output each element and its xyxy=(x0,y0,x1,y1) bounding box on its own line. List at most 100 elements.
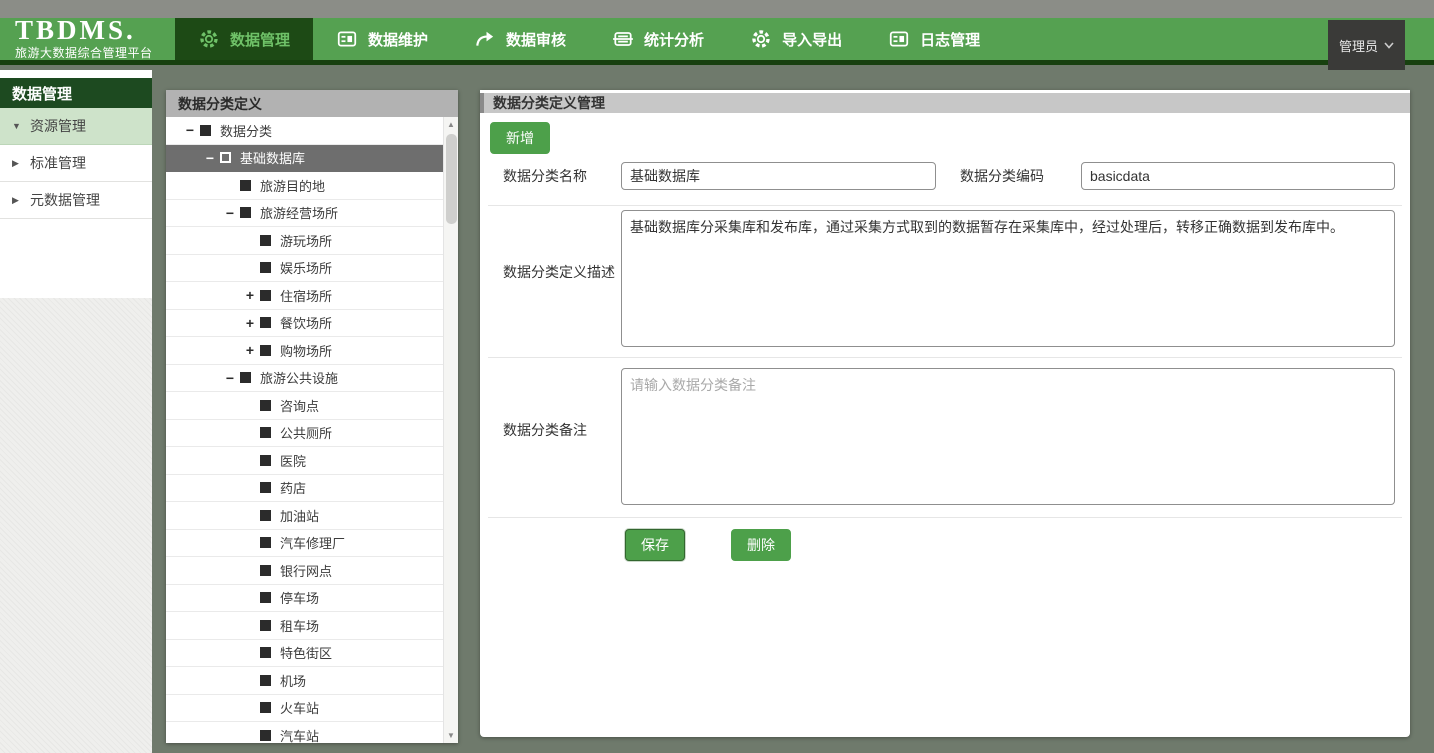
node-square-icon xyxy=(200,125,211,136)
sidebar: 数据管理 ▼资源管理▶标准管理▶元数据管理 xyxy=(0,70,152,753)
tree-node-label: 购物场所 xyxy=(280,341,332,360)
tree-node-基础数据库[interactable]: − 基础数据库 xyxy=(166,145,443,173)
scrollbar-thumb[interactable] xyxy=(446,134,457,224)
nav-item-数据管理[interactable]: 数据管理 xyxy=(175,18,313,60)
node-square-icon xyxy=(220,152,231,163)
app-logo: TBDMS. 旅游大数据综合管理平台 xyxy=(0,18,175,60)
tree-node-住宿场所[interactable]: +住宿场所 xyxy=(166,282,443,310)
sidebar-item-label: 元数据管理 xyxy=(30,190,100,210)
remark-textarea[interactable] xyxy=(621,368,1395,505)
tree-node-label: 咨询点 xyxy=(280,396,319,415)
sidebar-item-label: 资源管理 xyxy=(30,116,86,136)
tree-node-公共厕所[interactable]: 公共厕所 xyxy=(166,420,443,448)
node-square-icon xyxy=(260,647,271,658)
tree-node-label: 公共厕所 xyxy=(280,423,332,442)
description-textarea[interactable]: 基础数据库分采集库和发布库，通过采集方式取到的数据暂存在采集库中，经过处理后，转… xyxy=(621,210,1395,347)
chevron-down-icon xyxy=(1384,42,1394,49)
expand-icon[interactable]: + xyxy=(240,287,260,303)
logo-subtitle: 旅游大数据综合管理平台 xyxy=(15,44,175,61)
scroll-up-icon[interactable]: ▲ xyxy=(444,117,458,132)
tree-node-特色街区[interactable]: 特色街区 xyxy=(166,640,443,668)
tree-node-游玩场所[interactable]: 游玩场所 xyxy=(166,227,443,255)
code-input[interactable] xyxy=(1081,162,1395,190)
divider xyxy=(488,357,1402,358)
tree-node-餐饮场所[interactable]: + 餐饮场所 xyxy=(166,310,443,338)
nav-item-日志管理[interactable]: 日志管理 xyxy=(865,18,1003,60)
collapse-icon[interactable]: − xyxy=(200,150,220,166)
nav-item-label: 数据维护 xyxy=(368,29,428,50)
node-square-icon xyxy=(260,730,271,741)
code-label: 数据分类编码 xyxy=(960,168,1044,184)
tree-node-label: 汽车修理厂 xyxy=(280,533,345,552)
collapse-icon[interactable]: − xyxy=(220,205,240,221)
nav-item-导入导出[interactable]: 导入导出 xyxy=(727,18,865,60)
category-detail-panel: 数据分类定义管理 新增 数据分类名称 数据分类编码 数据分类定义描述 基础数据库… xyxy=(480,90,1410,737)
tree-node-药店[interactable]: 药店 xyxy=(166,475,443,503)
tree-node-租车场[interactable]: 租车场 xyxy=(166,612,443,640)
name-label: 数据分类名称 xyxy=(503,168,587,184)
tree-node-旅游目的地[interactable]: 旅游目的地 xyxy=(166,172,443,200)
node-square-icon xyxy=(260,290,271,301)
tree-node-label: 特色街区 xyxy=(280,643,332,662)
tree-node-汽车修理厂[interactable]: 汽车修理厂 xyxy=(166,530,443,558)
collapse-icon[interactable]: − xyxy=(220,370,240,386)
tree-node-娱乐场所[interactable]: 娱乐场所 xyxy=(166,255,443,283)
collapse-icon[interactable]: − xyxy=(180,122,200,138)
user-name: 管理员 xyxy=(1339,36,1378,55)
nav-item-label: 数据管理 xyxy=(230,29,290,50)
name-input[interactable] xyxy=(621,162,936,190)
tree-node-咨询点[interactable]: 咨询点 xyxy=(166,392,443,420)
node-square-icon xyxy=(260,675,271,686)
nav-item-label: 统计分析 xyxy=(644,29,704,50)
tree-node-label: 旅游经营场所 xyxy=(260,203,338,222)
node-square-icon xyxy=(260,427,271,438)
tree-node-label: 银行网点 xyxy=(280,561,332,580)
node-square-icon xyxy=(260,537,271,548)
sidebar-item-标准管理[interactable]: ▶标准管理 xyxy=(0,145,152,182)
tree-node-数据分类[interactable]: − 数据分类 xyxy=(166,117,443,145)
nav-item-统计分析[interactable]: 统计分析 xyxy=(589,18,727,60)
triangle-right-icon: ▶ xyxy=(12,158,22,169)
description-label: 数据分类定义描述 xyxy=(503,264,615,280)
tree-node-label: 娱乐场所 xyxy=(280,258,332,277)
sidebar-item-资源管理[interactable]: ▼资源管理 xyxy=(0,108,152,145)
node-square-icon xyxy=(260,400,271,411)
tree-node-label: 餐饮场所 xyxy=(280,313,332,332)
node-square-icon xyxy=(240,180,251,191)
tree-scrollbar[interactable]: ▲ ▼ xyxy=(443,117,458,743)
gear-icon xyxy=(750,28,772,50)
sidebar-item-元数据管理[interactable]: ▶ 元数据管理 xyxy=(0,182,152,219)
tree-node-医院[interactable]: 医院 xyxy=(166,447,443,475)
tree-node-汽车站[interactable]: 汽车站 xyxy=(166,722,443,743)
divider xyxy=(488,205,1402,206)
tree-node-label: 旅游目的地 xyxy=(260,176,325,195)
expand-icon[interactable]: + xyxy=(240,315,260,331)
tree-node-机场[interactable]: 机场 xyxy=(166,667,443,695)
scroll-down-icon[interactable]: ▼ xyxy=(444,728,458,743)
tree-node-旅游公共设施[interactable]: −旅游公共设施 xyxy=(166,365,443,393)
tree-node-火车站[interactable]: 火车站 xyxy=(166,695,443,723)
panel-title: 数据分类定义管理 xyxy=(493,93,605,113)
tree-node-label: 药店 xyxy=(280,478,306,497)
save-button[interactable]: 保存 xyxy=(625,529,685,561)
node-square-icon xyxy=(260,510,271,521)
expand-icon[interactable]: + xyxy=(240,342,260,358)
add-button[interactable]: 新增 xyxy=(490,122,550,154)
tree-node-加油站[interactable]: 加油站 xyxy=(166,502,443,530)
node-square-icon xyxy=(260,565,271,576)
tree-node-购物场所[interactable]: + 购物场所 xyxy=(166,337,443,365)
user-menu[interactable]: 管理员 xyxy=(1328,20,1405,70)
app-header: TBDMS. 旅游大数据综合管理平台 数据管理 数据维护 数据审核 统计分析 导… xyxy=(0,18,1434,65)
tree-node-label: 基础数据库 xyxy=(240,148,305,167)
tree-panel-title: 数据分类定义 xyxy=(166,90,458,117)
nav-item-数据维护[interactable]: 数据维护 xyxy=(313,18,451,60)
nav-item-数据审核[interactable]: 数据审核 xyxy=(451,18,589,60)
tree-node-旅游经营场所[interactable]: − 旅游经营场所 xyxy=(166,200,443,228)
tree-node-银行网点[interactable]: 银行网点 xyxy=(166,557,443,585)
tree-node-停车场[interactable]: 停车场 xyxy=(166,585,443,613)
node-square-icon xyxy=(240,207,251,218)
tree-node-label: 数据分类 xyxy=(220,121,272,140)
triangle-right-icon: ▶ xyxy=(12,195,22,206)
list-icon xyxy=(612,28,634,50)
delete-button[interactable]: 删除 xyxy=(731,529,791,561)
